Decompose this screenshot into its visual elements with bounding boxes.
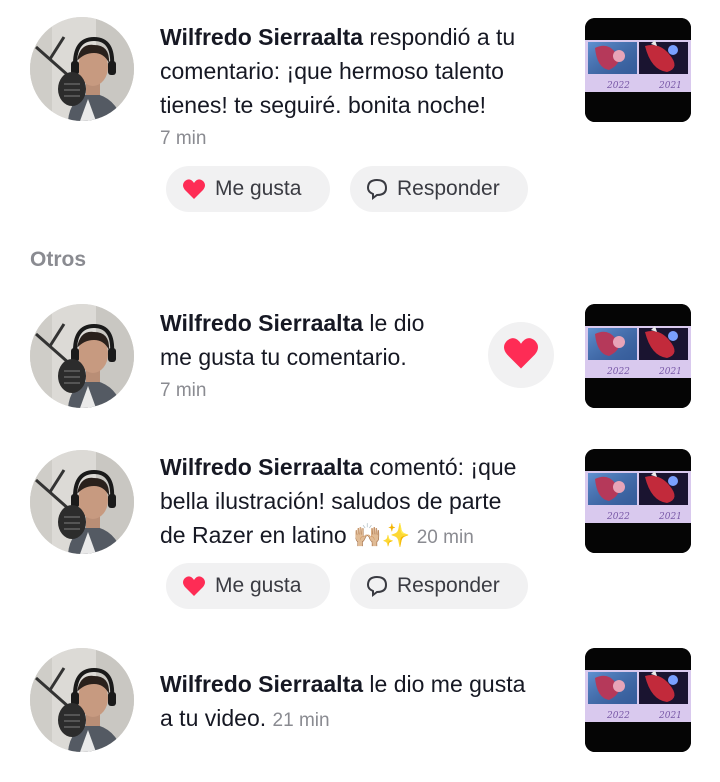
svg-text:2022: 2022 [606, 711, 630, 721]
reply-button[interactable]: Responder [350, 563, 528, 609]
action-text-line: a tu video. [160, 705, 267, 731]
timestamp: 20 min [416, 527, 474, 548]
notification-text: Wilfredo Sierraalta comentó: ¡que bella … [160, 450, 516, 555]
comment-text-line: bella ilustración! saludos de parte [160, 488, 502, 514]
username[interactable]: Wilfredo Sierraalta [160, 310, 363, 336]
timestamp: 7 min [160, 380, 207, 401]
video-thumbnail[interactable]: 2022 2021 [585, 304, 691, 408]
video-thumbnail[interactable]: 2022 2021 [585, 449, 691, 553]
username[interactable]: Wilfredo Sierraalta [160, 24, 363, 50]
timestamp: 21 min [272, 710, 330, 731]
like-button[interactable]: Me gusta [166, 166, 330, 212]
svg-text:2021: 2021 [658, 711, 682, 721]
video-thumbnail[interactable]: 2022 2021 [585, 648, 691, 752]
heart-icon [502, 336, 540, 375]
heart-icon [182, 178, 206, 200]
svg-text:2021: 2021 [658, 367, 682, 377]
avatar[interactable] [30, 450, 134, 554]
reply-button[interactable]: Responder [350, 166, 528, 212]
action-text: comentó: ¡que [369, 454, 517, 480]
video-thumbnail[interactable]: 2022 2021 [585, 18, 691, 122]
svg-text:2022: 2022 [606, 367, 630, 377]
reply-label: Responder [397, 177, 500, 200]
svg-text:2022: 2022 [606, 512, 630, 522]
action-text: respondió a tu [369, 24, 516, 50]
like-label: Me gusta [215, 574, 302, 597]
comment-text-line: tienes! te seguiré. bonita noche! [160, 92, 487, 118]
notification-text: Wilfredo Sierraalta le dio me gusta a tu… [160, 667, 525, 738]
comment-text-line: de Razer en latino 🙌🏼✨ [160, 522, 411, 548]
comment-bubble-icon [366, 575, 388, 597]
section-header-otros: Otros [30, 248, 87, 271]
svg-text:2021: 2021 [658, 512, 682, 522]
notification-text: Wilfredo Sierraalta respondió a tu comen… [160, 20, 515, 156]
like-label: Me gusta [215, 177, 302, 200]
avatar[interactable] [30, 17, 134, 121]
avatar[interactable] [30, 304, 134, 408]
action-text: le dio me gusta [369, 671, 526, 697]
like-button[interactable]: Me gusta [166, 563, 330, 609]
svg-text:2021: 2021 [658, 81, 682, 91]
comment-text-line: comentario: ¡que hermoso talento [160, 58, 504, 84]
reply-label: Responder [397, 574, 500, 597]
timestamp: 7 min [160, 128, 207, 149]
action-text-line: me gusta tu comentario. [160, 344, 407, 370]
action-text: le dio [369, 310, 425, 336]
username[interactable]: Wilfredo Sierraalta [160, 454, 363, 480]
heart-icon [182, 575, 206, 597]
username[interactable]: Wilfredo Sierraalta [160, 671, 363, 697]
liked-indicator [488, 322, 554, 388]
notification-text: Wilfredo Sierraalta le dio me gusta tu c… [160, 306, 424, 408]
svg-text:2022: 2022 [606, 81, 630, 91]
comment-bubble-icon [366, 178, 388, 200]
avatar[interactable] [30, 648, 134, 752]
